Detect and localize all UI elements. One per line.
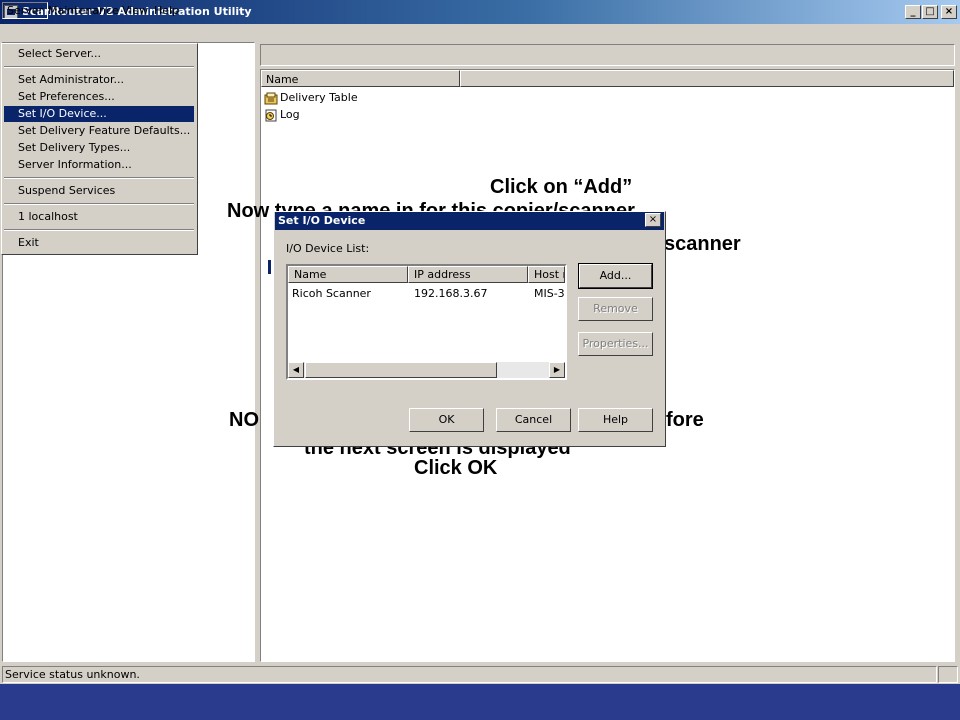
device-row-ip[interactable]: 192.168.3.67 — [414, 287, 526, 301]
device-row-host[interactable]: MIS-32 — [534, 287, 565, 301]
maximize-button[interactable]: □ — [922, 5, 938, 19]
status-grip — [938, 666, 958, 683]
instruction-note-left: NO — [229, 409, 259, 431]
menu-view[interactable]: View — [118, 3, 152, 18]
menu-item-set-io-device[interactable]: Set I/O Device... — [4, 106, 194, 122]
instruction-click-add: Click on “Add” — [490, 176, 633, 198]
menu-item-recent-localhost[interactable]: 1 localhost — [4, 209, 194, 225]
remove-button[interactable]: Remove — [578, 297, 653, 321]
minimize-button[interactable]: _ — [905, 5, 921, 19]
menu-server[interactable]: Server — [2, 2, 49, 19]
io-device-list-label: I/O Device List: — [286, 242, 370, 255]
menu-item-set-delivery-feature-defaults[interactable]: Set Delivery Feature Defaults... — [4, 123, 194, 139]
status-text: Service status unknown. — [2, 666, 937, 683]
menu-item-set-administrator[interactable]: Set Administrator... — [4, 72, 194, 88]
cancel-button[interactable]: Cancel — [496, 408, 571, 432]
menu-separator — [4, 177, 194, 179]
menu-maintenance[interactable]: Maintenance — [44, 3, 123, 18]
menu-item-set-delivery-types[interactable]: Set Delivery Types... — [4, 140, 194, 156]
column-header-host-name[interactable]: Host n — [528, 266, 565, 283]
device-row-name[interactable]: Ricoh Scanner — [292, 287, 406, 301]
menu-bar — [0, 24, 960, 44]
help-button[interactable]: Help — [578, 408, 653, 432]
menu-item-exit[interactable]: Exit — [4, 235, 194, 251]
column-header-name[interactable]: Name — [261, 70, 460, 87]
scroll-left-arrow-icon[interactable]: ◀ — [288, 362, 304, 378]
instruction-note-right: fore — [666, 409, 704, 431]
menu-separator — [4, 203, 194, 205]
scroll-right-arrow-icon[interactable]: ▶ — [549, 362, 565, 378]
dialog-close-button[interactable]: × — [645, 213, 661, 227]
add-button[interactable]: Add... — [578, 263, 653, 289]
list-item-log[interactable]: Log — [264, 107, 300, 123]
list-item-delivery-table[interactable]: Delivery Table — [264, 90, 358, 106]
column-header-device-name[interactable]: Name — [288, 266, 408, 283]
menu-item-suspend-services[interactable]: Suspend Services — [4, 183, 194, 199]
selection-marker — [268, 260, 271, 274]
menu-separator — [4, 66, 194, 68]
properties-button[interactable]: Properties... — [578, 332, 653, 356]
right-toolbar-area — [260, 44, 955, 66]
column-header-empty[interactable] — [460, 70, 954, 87]
close-button[interactable]: × — [941, 5, 957, 19]
scrollbar-thumb[interactable] — [305, 362, 497, 378]
instruction-click-ok: Click OK — [414, 457, 498, 479]
menu-item-select-server[interactable]: Select Server... — [4, 46, 194, 62]
menu-item-server-information[interactable]: Server Information... — [4, 157, 194, 173]
menu-item-set-preferences[interactable]: Set Preferences... — [4, 89, 194, 105]
ok-button[interactable]: OK — [409, 408, 484, 432]
list-item-label: Delivery Table — [280, 91, 358, 104]
menu-help[interactable]: Help — [150, 3, 183, 18]
instruction-scanner-fragment: scanner — [664, 233, 741, 255]
log-icon — [264, 109, 278, 122]
dialog-title: Set I/O Device — [278, 214, 366, 227]
column-header-ip-address[interactable]: IP address — [408, 266, 528, 283]
bottom-strip — [0, 684, 960, 720]
delivery-table-icon — [264, 92, 278, 105]
menu-separator — [4, 229, 194, 231]
list-item-label: Log — [280, 108, 300, 121]
